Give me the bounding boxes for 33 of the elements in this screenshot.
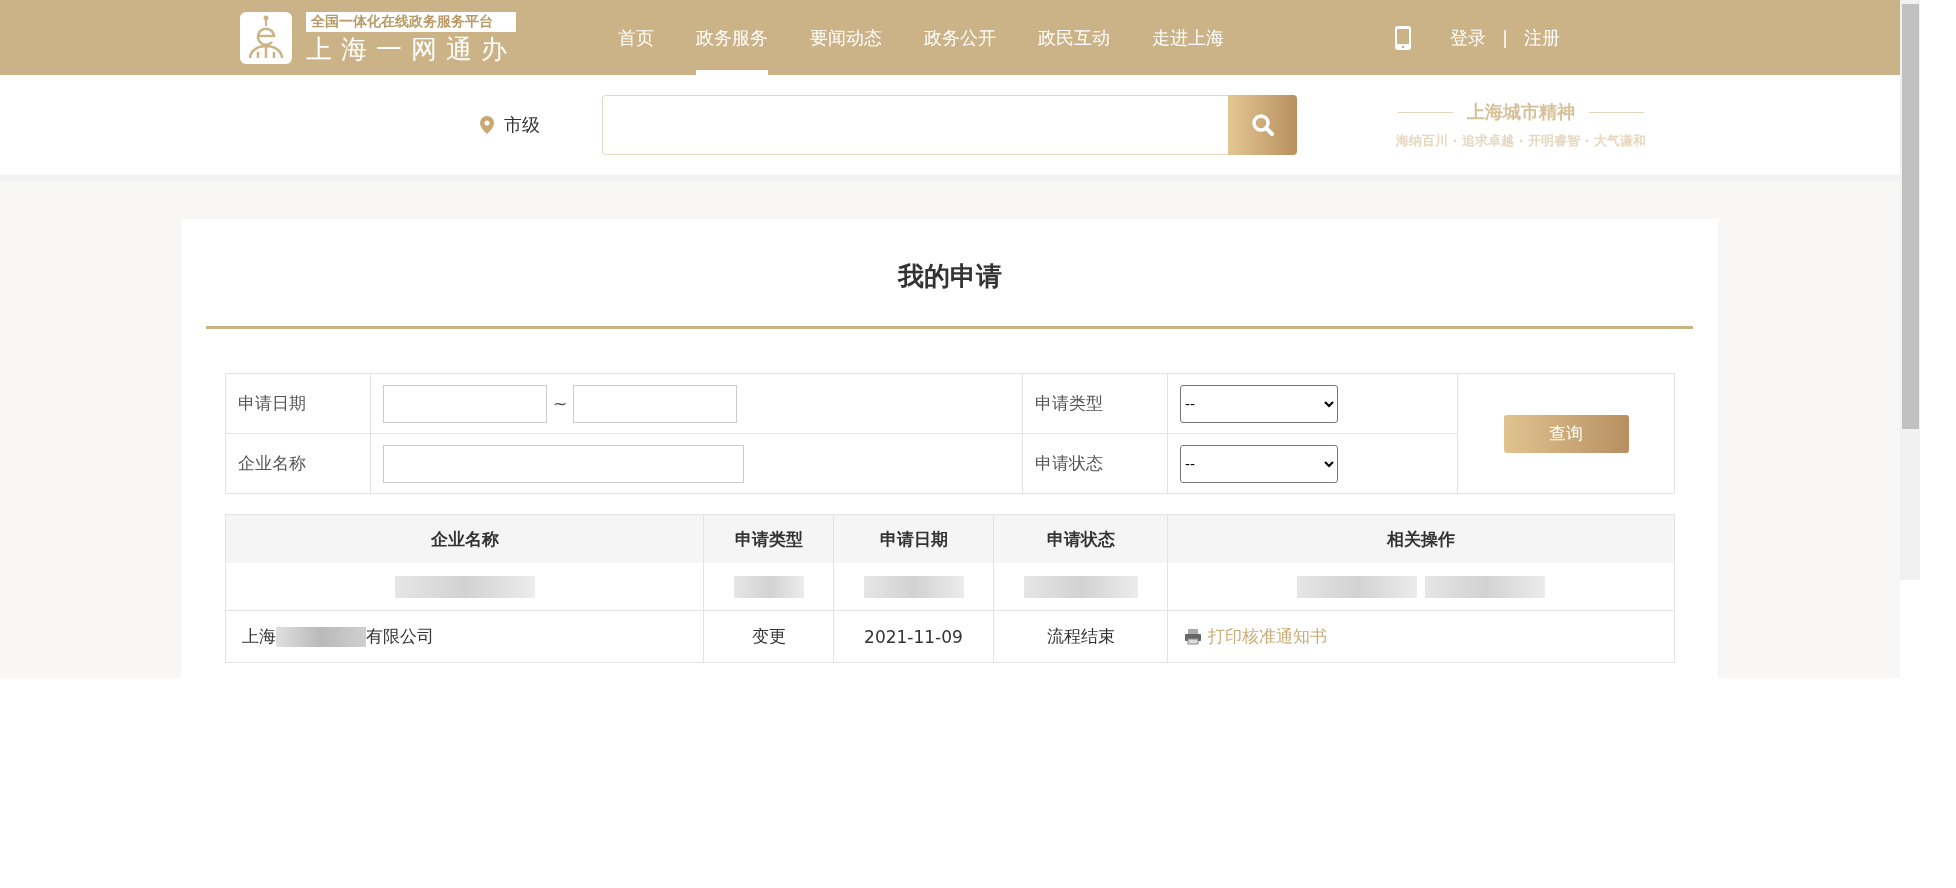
separator: |	[1502, 27, 1509, 48]
status-select[interactable]: --	[1180, 444, 1338, 483]
query-button[interactable]: 查询	[1503, 414, 1629, 453]
nav-tab[interactable]: 走进上海	[1152, 0, 1224, 75]
column-header: 申请日期	[879, 527, 948, 551]
table-cell: 2021-11-09	[864, 626, 963, 647]
table-cell: 变更	[751, 625, 786, 648]
slogan-text: 海纳百川 · 追求卓越 · 开明睿智 · 大气谦和	[1396, 132, 1646, 150]
table-cell: 流程结束	[1046, 625, 1115, 648]
field-label: 申请日期	[238, 392, 306, 415]
location-label[interactable]: 市级	[504, 113, 602, 137]
range-separator: ~	[553, 393, 568, 414]
print-notice-link[interactable]: 打印核准通知书	[1208, 625, 1327, 648]
logo-title: 上海一网通办	[306, 33, 516, 64]
type-select[interactable]: --	[1180, 384, 1338, 423]
column-header: 申请状态	[1046, 527, 1115, 551]
nav-tab[interactable]: 要闻动态	[810, 0, 882, 75]
field-label: 企业名称	[238, 452, 306, 475]
field-label: 申请状态	[1035, 452, 1103, 475]
login-link[interactable]: 登录	[1450, 25, 1486, 50]
nav-tab[interactable]: 政民互动	[1038, 0, 1110, 75]
column-header: 企业名称	[430, 527, 499, 551]
register-link[interactable]: 注册	[1524, 25, 1561, 50]
nav-tab[interactable]: 政务公开	[924, 0, 996, 75]
page-title: 我的申请	[206, 219, 1693, 329]
field-label: 申请类型	[1035, 392, 1103, 415]
column-header: 相关操作	[1387, 527, 1455, 551]
logo-tagline: 全国一体化在线政务服务平台	[306, 11, 516, 32]
company-name: 上海	[242, 625, 276, 648]
company-name: 有限公司	[366, 625, 434, 648]
slogan-title: 上海城市精神	[1467, 100, 1575, 124]
column-header: 申请类型	[734, 527, 803, 551]
nav-tab[interactable]: 首页	[618, 0, 654, 75]
